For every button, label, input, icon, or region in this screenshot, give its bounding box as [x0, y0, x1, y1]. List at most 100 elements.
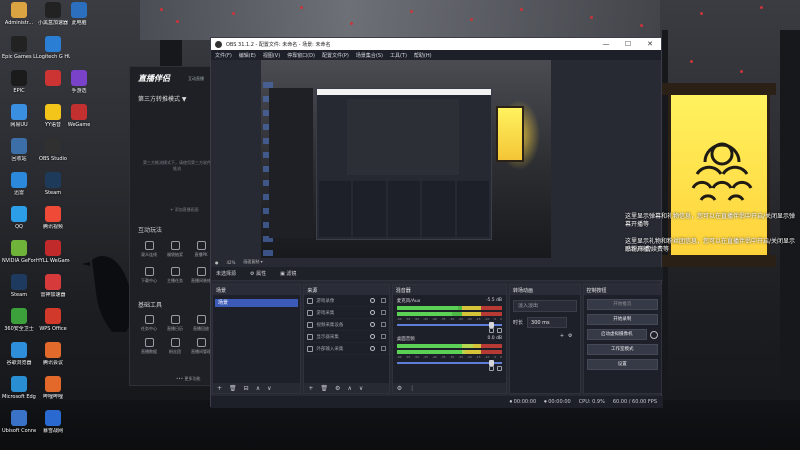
source-row[interactable]: 视频采集设备 — [304, 319, 389, 331]
menu-item[interactable]: 场景集合(S) — [356, 52, 383, 59]
desktop-icon[interactable]: 腾讯会议 — [36, 342, 70, 366]
desktop-icon[interactable]: Ubisoft Connect — [2, 410, 36, 434]
preview-mode-select[interactable]: 画面复制 ▾ — [243, 259, 262, 265]
companion-tool-item[interactable]: 主播任务 — [162, 267, 188, 284]
transition-type-select[interactable]: 淡入淡出 — [513, 300, 577, 312]
menu-item[interactable]: 工具(T) — [390, 52, 407, 59]
desktop-icon[interactable]: Steam — [2, 274, 36, 298]
desktop-icon[interactable]: EPIC — [2, 70, 36, 94]
desktop-icon[interactable]: Microsoft Edge — [2, 376, 36, 400]
desktop-icon[interactable]: 360安全卫士 — [2, 308, 36, 332]
companion-tool-item[interactable]: 直播日历 — [162, 315, 188, 332]
start-virtual-camera-button[interactable]: 启动虚拟摄像机 — [586, 329, 647, 340]
trash-icon[interactable]: 🗑 — [320, 385, 328, 392]
desktop-icon[interactable]: WeGame — [62, 104, 96, 128]
desktop-icon[interactable]: Administr... — [2, 2, 36, 26]
trash-icon[interactable]: 🗑 — [229, 385, 237, 392]
close-icon[interactable]: ✕ — [639, 38, 661, 50]
eye-icon[interactable] — [369, 298, 375, 303]
volume-slider[interactable] — [396, 360, 503, 366]
chevron-up-icon[interactable]: ∧ — [347, 385, 351, 392]
maximize-icon[interactable]: ☐ — [617, 38, 639, 50]
speaker-icon[interactable] — [489, 328, 495, 333]
chevron-down-icon[interactable]: ∨ — [359, 385, 363, 392]
desktop-icon[interactable]: 腾讯视频 — [36, 206, 70, 230]
audio-mixer-dock[interactable]: 混音器 麦克风/Aux -5.5 dB -60 -55 -50 -45 -40 -35 -30-… — [391, 284, 508, 394]
companion-tool-item[interactable]: 任务中心 — [136, 315, 162, 332]
menu-item[interactable]: 文件(F) — [215, 52, 232, 59]
desktop-icon[interactable]: 哔哩哔哩 — [36, 376, 70, 400]
companion-tool-item[interactable]: 直播数据 — [136, 338, 162, 355]
source-row[interactable]: 外部输入采集 — [304, 343, 389, 355]
slider-knob[interactable] — [489, 360, 495, 366]
desktop-icon[interactable]: 谷歌浏览器 — [2, 342, 36, 366]
source-row[interactable]: 显示器采集 — [304, 331, 389, 343]
speaker-icon[interactable] — [489, 366, 495, 371]
companion-tool-item[interactable]: 粉丝团 — [162, 338, 188, 355]
desktop-icon[interactable]: 暴雪战网 — [36, 410, 70, 434]
companion-mode-select[interactable]: 第三方转推模式 ▼ — [138, 94, 187, 103]
obs-titlebar[interactable]: OBS 31.1.2 - 配置文件: 未命名 - 场景: 未命名 — ☐ ✕ — [211, 38, 661, 50]
live-companion-window[interactable]: 直播伴侣 互动直播 第三方转推模式 ▼ 第三方推流模式下，请使用第三方软件推流 … — [129, 66, 215, 386]
eye-icon[interactable] — [369, 322, 375, 327]
virtual-camera-gear-icon[interactable] — [650, 330, 658, 339]
desktop-icon[interactable]: 网易UU — [2, 104, 36, 128]
desktop-icon[interactable]: QQ — [2, 206, 36, 230]
desktop-icon[interactable]: 手游选 — [62, 70, 96, 94]
obs-preview-canvas[interactable] — [261, 60, 551, 258]
desktop-icon[interactable]: HYLL WeGame — [36, 240, 70, 264]
start-streaming-button[interactable]: 开始推流 — [586, 299, 658, 310]
transition-properties-icon[interactable]: ⚙ — [568, 333, 572, 339]
companion-tool-item[interactable]: 福袋抽奖 — [162, 241, 188, 258]
scenes-dock[interactable]: 场景 场景 + 🗑 ⊟ ∧ ∨ — [212, 284, 302, 394]
desktop-icon[interactable]: 迅雷 — [2, 172, 36, 196]
slider-knob[interactable] — [489, 322, 495, 328]
companion-tool-item[interactable]: 观众连线 — [136, 241, 162, 258]
add-transition-icon[interactable]: + — [560, 333, 564, 339]
lock-icon[interactable] — [380, 334, 386, 339]
menu-item[interactable]: 配置文件(P) — [322, 52, 349, 59]
desktop-icon[interactable]: WPS Office — [36, 308, 70, 332]
more-icon[interactable]: ⋮ — [409, 385, 415, 392]
add-icon[interactable]: + — [308, 385, 313, 392]
add-icon[interactable]: + — [217, 385, 222, 392]
menu-item[interactable]: 停靠窗口(D) — [287, 52, 315, 59]
desktop-icon[interactable]: 回收站 — [2, 138, 36, 162]
source-row[interactable]: 游戏录像 — [304, 295, 389, 307]
duration-input[interactable]: 300 ms — [527, 317, 568, 328]
menu-item[interactable]: 编辑(E) — [239, 52, 256, 59]
menu-item[interactable]: 视图(V) — [263, 52, 280, 59]
start-recording-button[interactable]: 开始录制 — [586, 314, 658, 325]
lock-icon[interactable] — [380, 298, 386, 303]
volume-slider[interactable] — [396, 322, 503, 328]
minimize-icon[interactable]: — — [595, 38, 617, 50]
gear-icon[interactable] — [497, 328, 503, 333]
settings-button[interactable]: 设置 — [586, 359, 658, 370]
transitions-dock[interactable]: 转场动画 淡入淡出 时长 300 ms + ⚙ — [509, 284, 581, 394]
lock-icon[interactable] — [380, 322, 386, 327]
eye-icon[interactable] — [369, 334, 375, 339]
obs-window[interactable]: OBS 31.1.2 - 配置文件: 未命名 - 场景: 未命名 — ☐ ✕ 文… — [210, 37, 663, 408]
lock-icon[interactable] — [380, 346, 386, 351]
preview-zoom[interactable]: 42% — [227, 260, 236, 265]
desktop-icon[interactable]: 雷神加速器 — [36, 274, 70, 298]
filter-icon[interactable]: ⊟ — [244, 385, 249, 392]
desktop-icon[interactable]: Epic Games Launcher — [2, 36, 36, 60]
companion-tool-item[interactable]: 下载中心 — [136, 267, 162, 284]
companion-add-scene-button[interactable]: + 添加直播画面 — [170, 207, 199, 213]
gear-icon[interactable] — [497, 366, 503, 371]
eye-icon[interactable] — [369, 346, 375, 351]
chevron-down-icon[interactable]: ∨ — [267, 385, 271, 392]
settings-icon[interactable]: ⚙ — [397, 385, 402, 392]
eye-icon[interactable] — [369, 310, 375, 315]
desktop-icon[interactable]: Steam — [36, 172, 70, 196]
controls-dock[interactable]: 控制按钮 开始推流 开始录制 启动虚拟摄像机 工作室模式 设置 — [582, 284, 662, 394]
sources-dock[interactable]: 来源 游戏录像 游戏采集 视频采集设备 显示器采集 外部输入采集 + 🗑 ⚙ ∧ ∨ — [303, 284, 390, 394]
gear-icon[interactable]: ⚙ — [335, 385, 340, 392]
chevron-up-icon[interactable]: ∧ — [256, 385, 260, 392]
desktop-icon[interactable]: OBS Studio — [36, 138, 70, 162]
desktop-icon[interactable]: Logitech G HUB — [36, 36, 70, 60]
companion-more-button[interactable]: ••• 更多功能 — [176, 376, 200, 382]
lock-icon[interactable] — [380, 310, 386, 315]
source-properties-button[interactable]: ⚙ 属性 — [250, 270, 266, 277]
